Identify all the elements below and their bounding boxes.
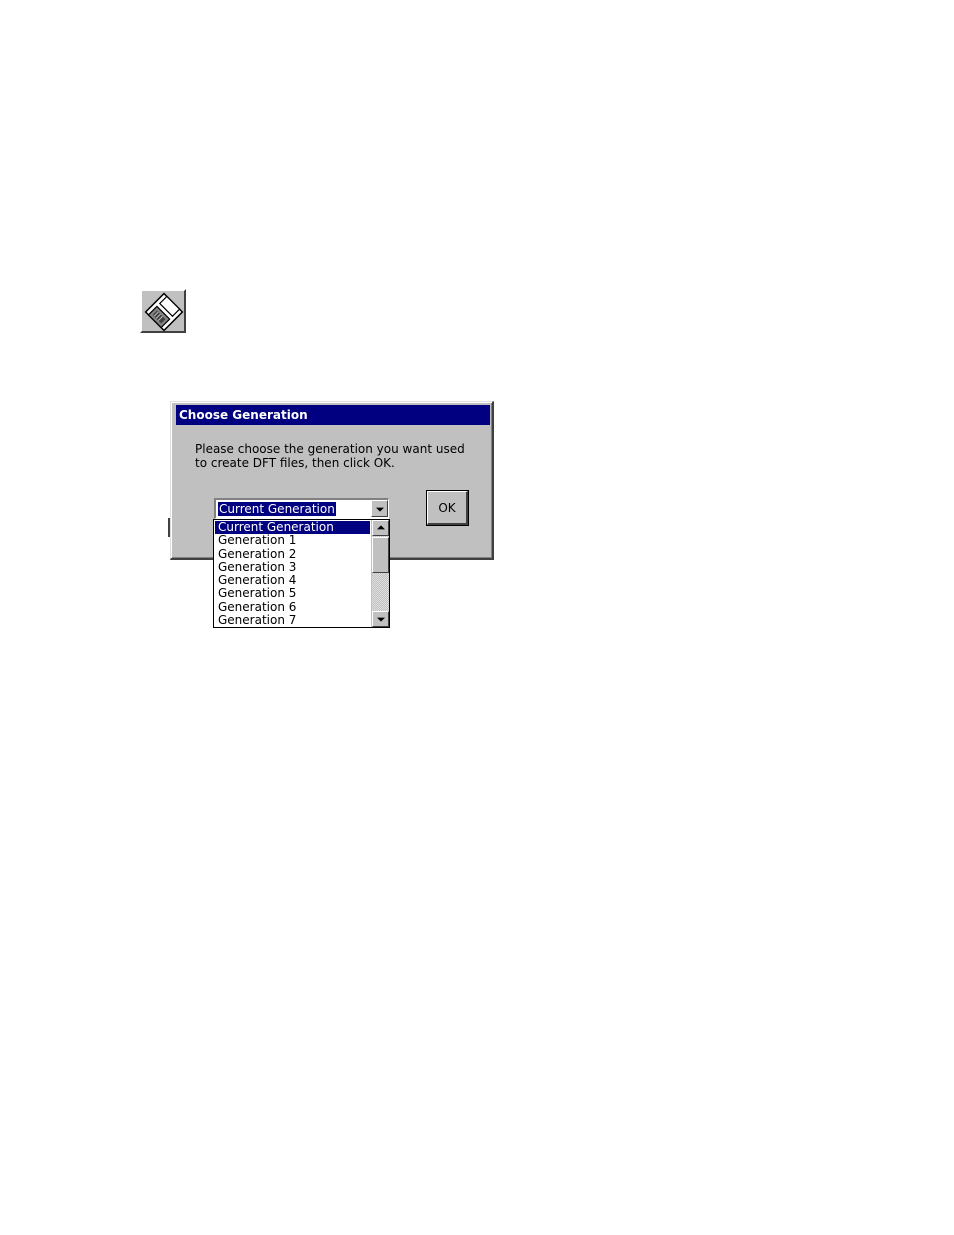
prompt-line-2: to create DFT files, then click OK. <box>195 456 395 470</box>
list-item-generation-1[interactable]: Generation 1 <box>215 533 370 547</box>
scroll-up-button[interactable] <box>372 520 389 536</box>
scrollbar-thumb[interactable] <box>372 537 389 573</box>
generation-options: Current Generation Generation 1 Generati… <box>215 520 370 627</box>
dialog-title: Choose Generation <box>176 405 490 425</box>
list-item-generation-6[interactable]: Generation 6 <box>215 600 370 614</box>
generation-combobox[interactable]: Current Generation <box>214 498 389 519</box>
dropdown-scrollbar[interactable] <box>371 520 389 627</box>
list-item-generation-4[interactable]: Generation 4 <box>215 573 370 587</box>
list-item-generation-3[interactable]: Generation 3 <box>215 560 370 574</box>
combobox-dropdown-button[interactable] <box>371 500 388 517</box>
scroll-down-button[interactable] <box>372 611 389 627</box>
floppy-disk-icon <box>144 292 184 332</box>
list-item-generation-5[interactable]: Generation 5 <box>215 587 370 601</box>
generation-dropdown-list: Current Generation Generation 1 Generati… <box>213 519 390 628</box>
dialog-prompt: Please choose the generation you want us… <box>195 442 485 470</box>
list-item-current-generation[interactable]: Current Generation <box>215 520 370 535</box>
ok-button[interactable]: OK <box>426 490 469 526</box>
chevron-down-icon <box>375 507 384 512</box>
arrow-up-icon <box>376 525 385 530</box>
prompt-line-1: Please choose the generation you want us… <box>195 442 465 456</box>
arrow-down-icon <box>376 617 385 622</box>
save-toolbar-button[interactable] <box>140 289 186 333</box>
list-item-generation-7[interactable]: Generation 7 <box>215 613 370 627</box>
list-item-generation-2[interactable]: Generation 2 <box>215 547 370 561</box>
combobox-selected-value: Current Generation <box>218 502 336 516</box>
